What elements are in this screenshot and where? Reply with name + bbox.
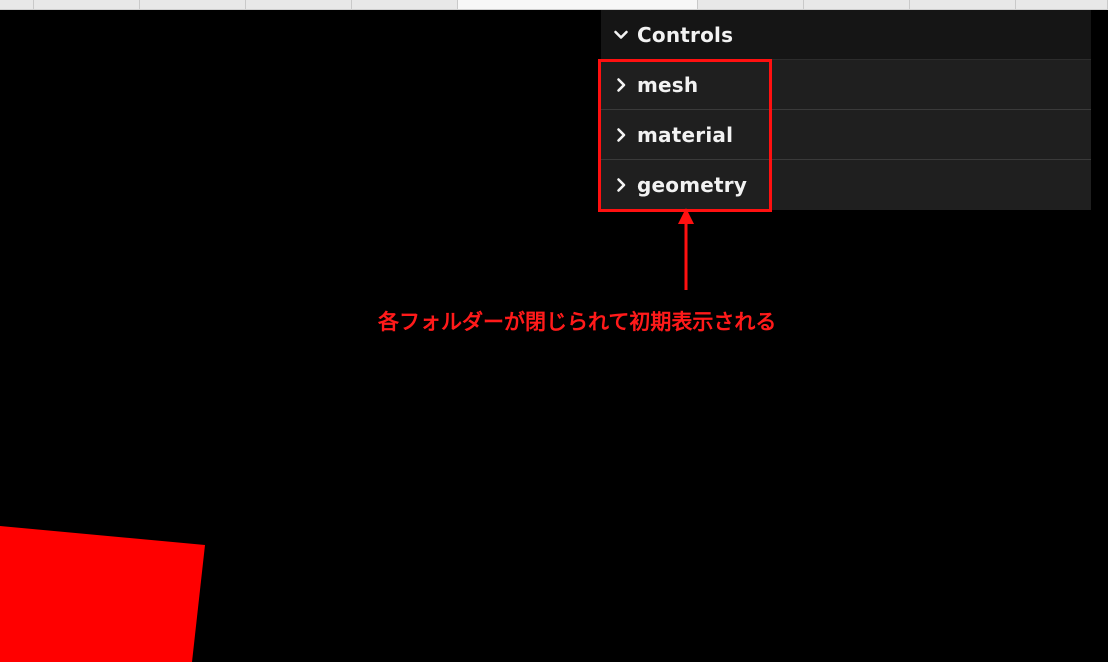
cube-face: [0, 526, 205, 662]
annotation-text: 各フォルダーが閉じられて初期表示される: [378, 310, 777, 334]
chevron-down-icon: [611, 25, 631, 45]
folder-label: material: [637, 122, 734, 147]
browser-tab[interactable]: [804, 0, 910, 9]
folder-label: mesh: [637, 72, 699, 97]
browser-tab[interactable]: [0, 0, 34, 9]
browser-tab[interactable]: [246, 0, 352, 9]
controls-panel: Controls mesh material geometry: [601, 10, 1091, 210]
folder-label: geometry: [637, 173, 748, 197]
controls-title: Controls: [637, 22, 734, 47]
folder-geometry[interactable]: geometry: [601, 160, 1091, 210]
controls-title-bar[interactable]: Controls: [601, 10, 1091, 60]
chevron-right-icon: [611, 75, 631, 95]
browser-tab[interactable]: [140, 0, 246, 9]
folder-material[interactable]: material: [601, 110, 1091, 160]
folder-mesh[interactable]: mesh: [601, 60, 1091, 110]
browser-tab[interactable]: [352, 0, 458, 9]
browser-tab-active[interactable]: [458, 0, 698, 9]
chevron-right-icon: [611, 175, 631, 195]
chevron-right-icon: [611, 125, 631, 145]
browser-tab-strip: [0, 0, 1108, 10]
browser-tab[interactable]: [34, 0, 140, 9]
browser-tab[interactable]: [1016, 0, 1108, 9]
browser-tab[interactable]: [698, 0, 804, 9]
browser-tab[interactable]: [910, 0, 1016, 9]
